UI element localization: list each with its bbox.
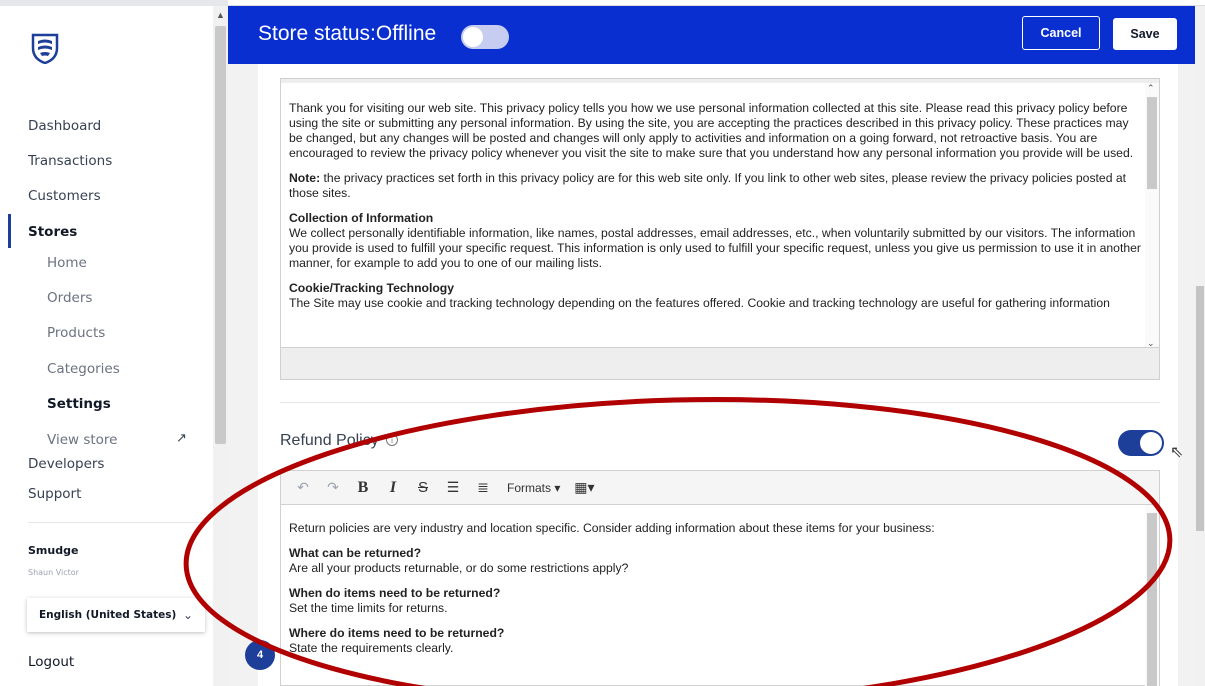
sidebar-item-developers[interactable]: Developers <box>28 456 104 472</box>
privacy-paragraph: Thank you for visiting our web site. Thi… <box>289 101 1134 160</box>
refund-item: What can be returned? Are all your produc… <box>289 546 1141 576</box>
sidebar-subitem-products[interactable]: Products <box>47 325 105 341</box>
privacy-editor-scrollbar[interactable]: ⌃ ⌄ <box>1145 83 1159 349</box>
privacy-editor-scrollbar-thumb[interactable] <box>1147 97 1157 189</box>
sidebar-item-transactions[interactable]: Transactions <box>28 153 112 169</box>
sidebar-subitem-home[interactable]: Home <box>47 255 87 271</box>
top-header-bar: Store status:Offline Cancel Save <box>228 6 1198 64</box>
section-divider <box>280 402 1160 403</box>
sidebar-divider <box>28 522 204 523</box>
toggle-knob <box>1140 432 1162 454</box>
page-scrollbar-thumb[interactable] <box>1196 286 1204 531</box>
privacy-policy-content[interactable]: Thank you for visiting our web site. Thi… <box>289 101 1141 347</box>
refund-question: When do items need to be returned? <box>289 586 501 600</box>
logout-link[interactable]: Logout <box>28 654 74 670</box>
refund-question: Where do items need to be returned? <box>289 626 505 640</box>
editor-toolbar: ↶ ↷ B I S ☰ ≣ Formats ▾ ▦▾ <box>281 471 1159 505</box>
info-icon[interactable]: i <box>386 434 398 446</box>
sidebar-subitem-orders[interactable]: Orders <box>47 290 92 306</box>
sidebar-scrollbar[interactable]: ▲ <box>213 6 228 686</box>
table-icon[interactable]: ▦▾ <box>572 476 596 500</box>
bank-shield-logo-icon[interactable] <box>30 32 60 64</box>
privacy-note: Note: the privacy practices set forth in… <box>289 171 1141 201</box>
user-store-name: Smudge <box>28 544 79 557</box>
chevron-down-icon: ⌄ <box>182 608 193 622</box>
main-content: Thank you for visiting our web site. Thi… <box>228 64 1195 686</box>
italic-button[interactable]: I <box>381 476 405 500</box>
note-text: the privacy practices set forth in this … <box>289 171 1127 200</box>
sidebar-subitem-view-store[interactable]: View store <box>47 432 117 448</box>
scroll-up-arrow-icon[interactable]: ▲ <box>216 10 225 20</box>
refund-item: Where do items need to be returned? State… <box>289 626 1141 656</box>
sidebar-item-customers[interactable]: Customers <box>28 188 101 204</box>
refund-policy-editor[interactable]: ↶ ↷ B I S ☰ ≣ Formats ▾ ▦▾ Return polici… <box>280 470 1160 686</box>
refund-answer: Set the time limits for returns. <box>289 601 448 615</box>
external-link-icon[interactable]: ↗ <box>176 430 187 446</box>
language-select[interactable]: English (United States) ⌄ <box>27 598 205 632</box>
scroll-up-arrow-icon[interactable]: ⌃ <box>1147 83 1155 94</box>
notification-badge[interactable]: 4 <box>245 640 275 670</box>
bullet-list-icon[interactable]: ☰ <box>441 476 465 500</box>
formats-label: Formats <box>507 480 552 495</box>
active-indicator <box>8 214 11 248</box>
store-status-toggle[interactable] <box>461 25 509 49</box>
toggle-knob <box>463 27 483 47</box>
cookie-text: The Site may use cookie and tracking tec… <box>289 296 1110 310</box>
refund-editor-scrollbar[interactable] <box>1145 505 1159 686</box>
cookie-heading: Cookie/Tracking Technology <box>289 281 455 295</box>
formats-dropdown[interactable]: Formats ▾ <box>501 476 566 500</box>
refund-policy-toggle[interactable] <box>1118 430 1164 456</box>
sidebar-subitem-settings[interactable]: Settings <box>47 396 111 412</box>
mouse-pointer-icon: ⇖ <box>1170 444 1184 461</box>
editor-status-bar <box>281 347 1159 379</box>
note-label: Note: <box>289 171 321 185</box>
refund-policy-label: Refund Policy <box>280 432 379 449</box>
page-scrollbar[interactable] <box>1195 6 1205 686</box>
sidebar-item-support[interactable]: Support <box>28 486 81 502</box>
refund-item: When do items need to be returned? Set th… <box>289 586 1141 616</box>
refund-intro: Return policies are very industry and lo… <box>289 521 935 535</box>
refund-question: What can be returned? <box>289 546 422 560</box>
sidebar-scrollbar-thumb[interactable] <box>215 26 226 444</box>
cancel-button[interactable]: Cancel <box>1022 16 1100 50</box>
sidebar-item-dashboard[interactable]: Dashboard <box>28 118 101 134</box>
collection-section: Collection of Information We collect pers… <box>289 211 1141 271</box>
collection-heading: Collection of Information <box>289 211 434 225</box>
sidebar-item-stores[interactable]: Stores <box>28 224 77 240</box>
redo-icon[interactable]: ↷ <box>321 476 345 500</box>
save-button[interactable]: Save <box>1113 18 1177 50</box>
language-select-value: English (United States) <box>39 609 177 621</box>
refund-policy-content[interactable]: Return policies are very industry and lo… <box>289 521 1141 666</box>
bold-button[interactable]: B <box>351 476 375 500</box>
privacy-policy-editor[interactable]: Thank you for visiting our web site. Thi… <box>280 78 1160 380</box>
editor-toolbar-edge <box>281 79 1159 83</box>
refund-answer: Are all your products returnable, or do … <box>289 561 629 575</box>
undo-icon[interactable]: ↶ <box>291 476 315 500</box>
settings-card: Thank you for visiting our web site. Thi… <box>258 64 1183 686</box>
strikethrough-button[interactable]: S <box>411 476 435 500</box>
user-full-name: Shaun Victor <box>28 568 79 577</box>
refund-editor-scrollbar-thumb[interactable] <box>1147 513 1157 686</box>
store-status-title: Store status:Offline <box>258 22 437 45</box>
refund-answer: State the requirements clearly. <box>289 641 454 655</box>
collection-text: We collect personally identifiable infor… <box>289 226 1141 270</box>
sidebar: Dashboard Transactions Customers Stores … <box>0 0 228 686</box>
numbered-list-icon[interactable]: ≣ <box>471 476 495 500</box>
cookie-section: Cookie/Tracking Technology The Site may u… <box>289 281 1141 311</box>
sidebar-subitem-categories[interactable]: Categories <box>47 361 120 377</box>
